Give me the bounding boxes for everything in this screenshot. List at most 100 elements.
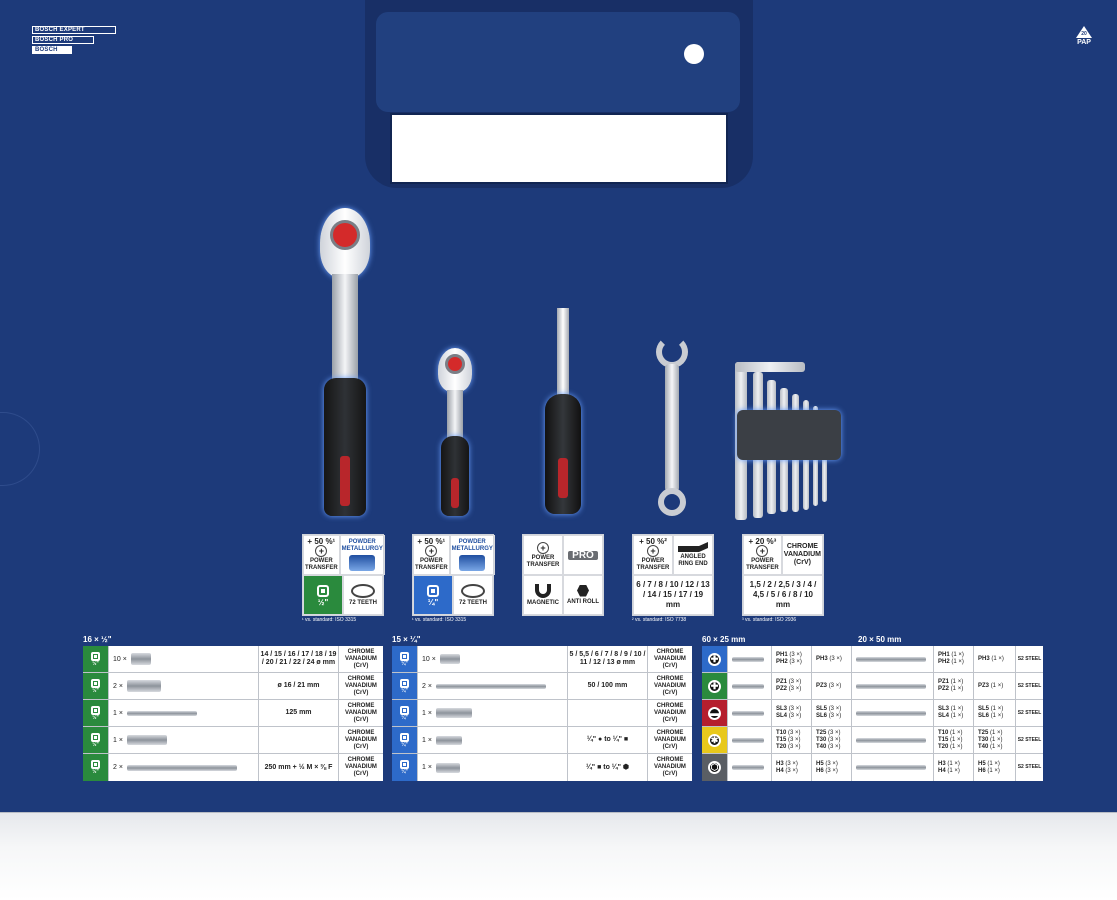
table-row[interactable]: ¼" 2 × 50 / 100 mm CHROME VANADIUM (CrV)	[392, 673, 692, 700]
brand-tag-expert: BOSCH EXPERT	[32, 26, 116, 34]
bit-type-badge: ✚	[702, 673, 728, 699]
bit-count: (3 ×)	[789, 659, 802, 665]
drive-badge: ¼"	[392, 700, 418, 726]
bit-size: H5	[816, 760, 824, 767]
part-dims: 50 / 100 mm	[568, 673, 648, 699]
bit-size: SL5	[816, 706, 828, 712]
bit-count: (3 ×)	[828, 682, 842, 689]
bit-size-line: PH1 (3 ×)	[776, 652, 802, 659]
ratchet-shaft	[447, 390, 463, 440]
card-footnote: ³ vs. standard: ISO 2936	[742, 617, 797, 623]
table-row[interactable]: ½" 1 × 125 mm CHROME VANADIUM (CrV)	[83, 700, 383, 727]
wrench-ring-end	[658, 488, 686, 516]
bit-icon	[856, 737, 926, 743]
bit-material: S2 STEEL	[1017, 709, 1042, 716]
card-label: MAGNETIC	[527, 599, 559, 606]
angled-ring-icon	[678, 542, 708, 552]
bit-size: SL3	[776, 706, 788, 712]
screwdriver[interactable]	[540, 308, 586, 518]
bit-size: T30	[816, 736, 827, 743]
section-title-bits-50: 20 × 50 mm	[858, 635, 902, 644]
square-drive-icon	[427, 584, 439, 597]
ratchet-half-inch[interactable]	[310, 208, 380, 518]
bit-count: (1 ×)	[991, 655, 1004, 662]
bit-sizes: PH1 (1 ×) PH2 (1 ×)	[934, 646, 974, 672]
bit-icon	[732, 710, 764, 716]
part-qty: 1 ×	[422, 736, 432, 744]
card-material: CHROME VANADIUM (CrV)	[781, 535, 823, 575]
table-row[interactable]: ½" 10 × 14 / 15 / 16 / 17 / 18 / 19 / 20…	[83, 646, 383, 673]
bit-size-line: H4 (1 ×)	[938, 768, 960, 775]
card-pro: PRO	[563, 535, 603, 575]
part-cell: 2 ×	[418, 673, 568, 699]
bit-size-line: H5 (3 ×)	[816, 761, 838, 768]
bits-row[interactable]: ✱ T10 (3 ×) T15 (3 ×) T20 (3 ×) T25 (3 ×) T30…	[702, 727, 1043, 754]
half-inch-table: ½" 10 × 14 / 15 / 16 / 17 / 18 / 19 / 20…	[83, 646, 383, 781]
section-title-quarter-inch: 15 × ¼"	[392, 635, 421, 644]
bit-size: PH1	[938, 652, 950, 658]
bit-size: PH3	[816, 655, 828, 662]
bits-row[interactable]: ▬ SL3 (3 ×) SL4 (3 ×) SL5 (3 ×) SL6 (3 ×) SL3…	[702, 700, 1043, 727]
drive-badge: ½"	[83, 754, 109, 781]
table-row[interactable]: ½" 2 × 250 mm + ½ M × ⅜ F CHROME VANADIU…	[83, 754, 383, 781]
bit-size-line: PZ1 (3 ×)	[776, 679, 801, 686]
bit-size-line: PZ3 (3 ×)	[816, 683, 841, 690]
bit-size: PH2	[938, 659, 950, 665]
power-transfer-icon: +	[315, 545, 328, 557]
bit-size-line: PH2 (1 ×)	[938, 659, 964, 666]
part-cell: 10 ×	[418, 646, 568, 672]
table-row[interactable]: ¼" 1 × ¼" ● to ¼" ■ CHROME VANADIUM (CrV…	[392, 727, 692, 754]
hex-key-set[interactable]	[735, 362, 847, 522]
bit-size-line: PZ2 (3 ×)	[776, 686, 801, 693]
card-magnetic: MAGNETIC	[523, 575, 563, 615]
bit-size-line: T40 (1 ×)	[978, 744, 1003, 751]
bit-size: PZ2	[938, 686, 950, 692]
combination-wrench[interactable]	[650, 336, 694, 520]
powder-metallurgy-icon	[349, 555, 376, 571]
card-footnote: ² vs. standard: ISO 7738	[632, 617, 687, 623]
card-anti-roll: ANTI ROLL	[563, 575, 603, 615]
part-qty: 10 ×	[113, 655, 127, 663]
part-material: CHROME VANADIUM (CrV)	[345, 729, 377, 750]
power-transfer-icon: +	[756, 545, 769, 557]
quarter-inch-table: ¼" 10 × 5 / 5,5 / 6 / 7 / 8 / 9 / 10 / 1…	[392, 646, 692, 781]
bit-size: T25	[978, 729, 989, 736]
bit-size: T15	[938, 736, 949, 743]
deep-socket-icon	[126, 680, 161, 692]
bit-count: (3 ×)	[828, 729, 841, 736]
grip-accent	[340, 456, 350, 506]
bit-material: S2 STEEL	[1017, 655, 1042, 662]
card-screwdriver: + POWER TRANSFER PRO MAGNETIC ANTI ROLL	[522, 534, 604, 616]
card-label: 72 TEETH	[348, 599, 377, 606]
bits-row[interactable]: ⬡ H3 (3 ×) H4 (3 ×) H5 (3 ×) H6 (3 ×) H3 (1 ×…	[702, 754, 1043, 781]
bits-row[interactable]: ✚ PZ1 (3 ×) PZ2 (3 ×) PZ3 (3 ×) PZ1 (1 ×) PZ2…	[702, 673, 1043, 700]
bit-sizes: H5 (3 ×) H6 (3 ×)	[812, 754, 852, 781]
card-power-transfer: + 50 %² + POWER TRANSFER	[633, 535, 673, 575]
bit-sizes: SL5 (1 ×) SL6 (1 ×)	[974, 700, 1016, 726]
ratchet-shaft	[332, 274, 358, 384]
table-row[interactable]: ¼" 10 × 5 / 5,5 / 6 / 7 / 8 / 9 / 10 / 1…	[392, 646, 692, 673]
bit-count: (3 ×)	[785, 760, 798, 767]
bit-count: (3 ×)	[788, 686, 802, 692]
table-row[interactable]: ½" 2 × ø 16 / 21 mm CHROME VANADIUM (CrV…	[83, 673, 383, 700]
square-drive-icon	[317, 584, 329, 597]
bit-tip-icon: ✚	[708, 679, 721, 693]
bit-count: (3 ×)	[828, 713, 842, 719]
bit-tip-icon: ✚	[708, 652, 721, 666]
ratchet-quarter-inch[interactable]	[430, 348, 480, 518]
bit-size-line: T40 (3 ×)	[816, 744, 841, 751]
table-row[interactable]: ¼" 1 × CHROME VANADIUM (CrV)	[392, 700, 692, 727]
part-qty: 2 ×	[422, 682, 432, 690]
table-row[interactable]: ¼" 1 × ¼" ■ to ¼" ⬢ CHROME VANADIUM (CrV…	[392, 754, 692, 781]
bit-size: H4	[938, 767, 946, 774]
square-drive-icon	[400, 678, 409, 688]
bits-row[interactable]: ✚ PH1 (3 ×) PH2 (3 ×) PH3 (3 ×) PH1 (1 ×) PH2…	[702, 646, 1043, 673]
bit-count: (3 ×)	[789, 652, 802, 658]
table-row[interactable]: ½" 1 × CHROME VANADIUM (CrV)	[83, 727, 383, 754]
bit-tip-icon: ✱	[708, 733, 721, 747]
bit-size-line: SL6 (1 ×)	[978, 713, 1003, 720]
card-label: POWER TRANSFER	[526, 554, 560, 568]
drive-label: ½"	[92, 687, 99, 694]
bit-sizes: SL3 (1 ×) SL4 (1 ×)	[934, 700, 974, 726]
bit-size-line: PZ1 (1 ×)	[938, 679, 963, 686]
